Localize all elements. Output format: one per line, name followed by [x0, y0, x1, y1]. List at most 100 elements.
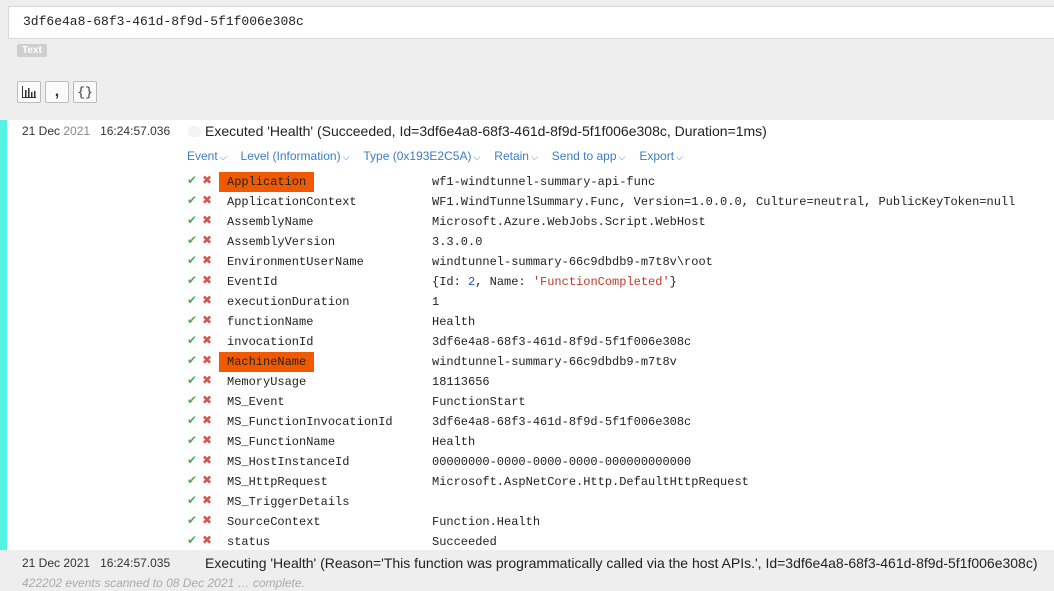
- exclude-x-icon[interactable]: ✖: [202, 453, 212, 467]
- property-name[interactable]: SourceContext: [219, 512, 329, 532]
- exclude-x-icon[interactable]: ✖: [202, 233, 212, 247]
- include-check-icon[interactable]: ✔: [187, 233, 197, 247]
- property-row: ✔ ✖ MS_FunctionInvocationId 3df6e4a8-68f3-4…: [7, 412, 1054, 432]
- property-value: 3df6e4a8-68f3-461d-8f9d-5f1f006e308c: [432, 415, 692, 429]
- toolbar: , {}: [17, 81, 101, 103]
- action-export[interactable]: Export ⌵: [639, 149, 683, 163]
- include-check-icon[interactable]: ✔: [187, 473, 197, 487]
- search-mode-badge[interactable]: Text: [17, 44, 47, 57]
- search-box[interactable]: [8, 6, 1054, 39]
- exclude-x-icon[interactable]: ✖: [202, 473, 212, 487]
- exclude-x-icon[interactable]: ✖: [202, 193, 212, 207]
- exclude-x-icon[interactable]: ✖: [202, 213, 212, 227]
- include-check-icon[interactable]: ✔: [187, 213, 197, 227]
- event-timestamp: 21 Dec 2021 16:24:57.035: [22, 556, 170, 570]
- event-date: 21 Dec: [22, 124, 64, 138]
- include-check-icon[interactable]: ✔: [187, 453, 197, 467]
- search-input[interactable]: [23, 14, 1023, 29]
- include-check-icon[interactable]: ✔: [187, 333, 197, 347]
- include-check-icon[interactable]: ✔: [187, 353, 197, 367]
- property-value: Microsoft.AspNetCore.Http.DefaultHttpReq…: [432, 475, 749, 489]
- exclude-x-icon[interactable]: ✖: [202, 253, 212, 267]
- property-value: windtunnel-summary-66c9dbdb9-m7t8v: [432, 355, 677, 369]
- include-check-icon[interactable]: ✔: [187, 513, 197, 527]
- event-date: 21 Dec 2021: [22, 556, 91, 570]
- property-name[interactable]: MachineName: [219, 352, 315, 372]
- property-name[interactable]: MS_FunctionInvocationId: [219, 412, 401, 432]
- property-name[interactable]: MS_TriggerDetails: [219, 492, 357, 512]
- include-check-icon[interactable]: ✔: [187, 373, 197, 387]
- include-check-icon[interactable]: ✔: [187, 433, 197, 447]
- action-send-to-app[interactable]: Send to app ⌵: [552, 149, 626, 163]
- exclude-x-icon[interactable]: ✖: [202, 293, 212, 307]
- exclude-x-icon[interactable]: ✖: [202, 173, 212, 187]
- include-check-icon[interactable]: ✔: [187, 273, 197, 287]
- chevron-down-icon: ⌵: [530, 152, 538, 162]
- property-name[interactable]: EnvironmentUserName: [219, 252, 372, 272]
- exclude-x-icon[interactable]: ✖: [202, 273, 212, 287]
- chevron-down-icon: ⌵: [473, 152, 481, 162]
- bar-chart-button[interactable]: [17, 81, 41, 103]
- include-check-icon[interactable]: ✔: [187, 533, 197, 547]
- status-line: 422202 events scanned to 08 Dec 2021 … c…: [22, 576, 305, 590]
- event-id-open: {Id:: [432, 275, 469, 289]
- exclude-x-icon[interactable]: ✖: [202, 433, 212, 447]
- comma-button[interactable]: ,: [45, 81, 69, 103]
- property-name[interactable]: EventId: [219, 272, 285, 292]
- exclude-x-icon[interactable]: ✖: [202, 373, 212, 387]
- property-name[interactable]: invocationId: [219, 332, 321, 352]
- property-name[interactable]: functionName: [219, 312, 321, 332]
- exclude-x-icon[interactable]: ✖: [202, 533, 212, 547]
- property-name[interactable]: MS_HostInstanceId: [219, 452, 357, 472]
- exclude-x-icon[interactable]: ✖: [202, 393, 212, 407]
- property-name[interactable]: AssemblyName: [219, 212, 321, 232]
- property-value: 00000000-0000-0000-0000-000000000000: [432, 455, 692, 469]
- property-name[interactable]: status: [219, 532, 278, 552]
- include-check-icon[interactable]: ✔: [187, 173, 197, 187]
- include-check-icon[interactable]: ✔: [187, 293, 197, 307]
- property-name[interactable]: Application: [219, 172, 315, 192]
- action-event[interactable]: Event ⌵: [187, 149, 227, 163]
- property-name[interactable]: executionDuration: [219, 292, 357, 312]
- action-level[interactable]: Level (Information) ⌵: [241, 149, 350, 163]
- property-name[interactable]: ApplicationContext: [219, 192, 365, 212]
- property-value: 18113656: [432, 375, 490, 389]
- braces-icon: {}: [77, 84, 93, 100]
- include-check-icon[interactable]: ✔: [187, 193, 197, 207]
- exclude-x-icon[interactable]: ✖: [202, 413, 212, 427]
- property-name[interactable]: MS_HttpRequest: [219, 472, 336, 492]
- include-check-icon[interactable]: ✔: [187, 313, 197, 327]
- action-type[interactable]: Type (0x193E2C5A) ⌵: [363, 149, 480, 163]
- property-name[interactable]: MemoryUsage: [219, 372, 314, 392]
- property-value: WF1.WindTunnelSummary.Func, Version=1.0.…: [432, 195, 1016, 209]
- include-check-icon[interactable]: ✔: [187, 413, 197, 427]
- include-check-icon[interactable]: ✔: [187, 253, 197, 267]
- property-row: ✔ ✖ Application wf1-windtunnel-summary-api-…: [7, 172, 1054, 192]
- property-row: ✔ ✖ invocationId 3df6e4a8-68f3-461d-8f9d-5f…: [7, 332, 1054, 352]
- include-check-icon[interactable]: ✔: [187, 393, 197, 407]
- property-name[interactable]: MS_FunctionName: [219, 432, 343, 452]
- property-value: {Id: 2, Name: 'FunctionCompleted'}: [432, 272, 677, 292]
- exclude-x-icon[interactable]: ✖: [202, 333, 212, 347]
- property-name[interactable]: AssemblyVersion: [219, 232, 343, 252]
- event-message[interactable]: Executed 'Health' (Succeeded, Id=3df6e4a…: [205, 123, 767, 139]
- event-time: 16:24:57.035: [100, 556, 171, 570]
- property-name[interactable]: MS_Event: [219, 392, 293, 412]
- property-row: ✔ ✖ functionName Health: [7, 312, 1054, 332]
- exclude-x-icon[interactable]: ✖: [202, 353, 212, 367]
- bar-chart-icon: [22, 86, 36, 98]
- property-value: wf1-windtunnel-summary-api-func: [432, 175, 656, 189]
- event-message[interactable]: Executing 'Health' (Reason='This functio…: [205, 555, 1038, 571]
- exclude-x-icon[interactable]: ✖: [202, 513, 212, 527]
- exclude-x-icon[interactable]: ✖: [202, 313, 212, 327]
- property-value: 1: [432, 295, 440, 309]
- exclude-x-icon[interactable]: ✖: [202, 493, 212, 507]
- property-row: ✔ ✖ MS_HttpRequest Microsoft.AspNetCore.Htt…: [7, 472, 1054, 492]
- event-row[interactable]: 21 Dec 2021 16:24:57.035 Executing 'Heal…: [0, 550, 1054, 574]
- property-row: ✔ ✖ ApplicationContext WF1.WindTunnelSummar…: [7, 192, 1054, 212]
- json-button[interactable]: {}: [73, 81, 97, 103]
- property-value: FunctionStart: [432, 395, 526, 409]
- include-check-icon[interactable]: ✔: [187, 493, 197, 507]
- property-row: ✔ ✖ AssemblyVersion 3.3.0.0: [7, 232, 1054, 252]
- action-retain[interactable]: Retain ⌵: [494, 149, 538, 163]
